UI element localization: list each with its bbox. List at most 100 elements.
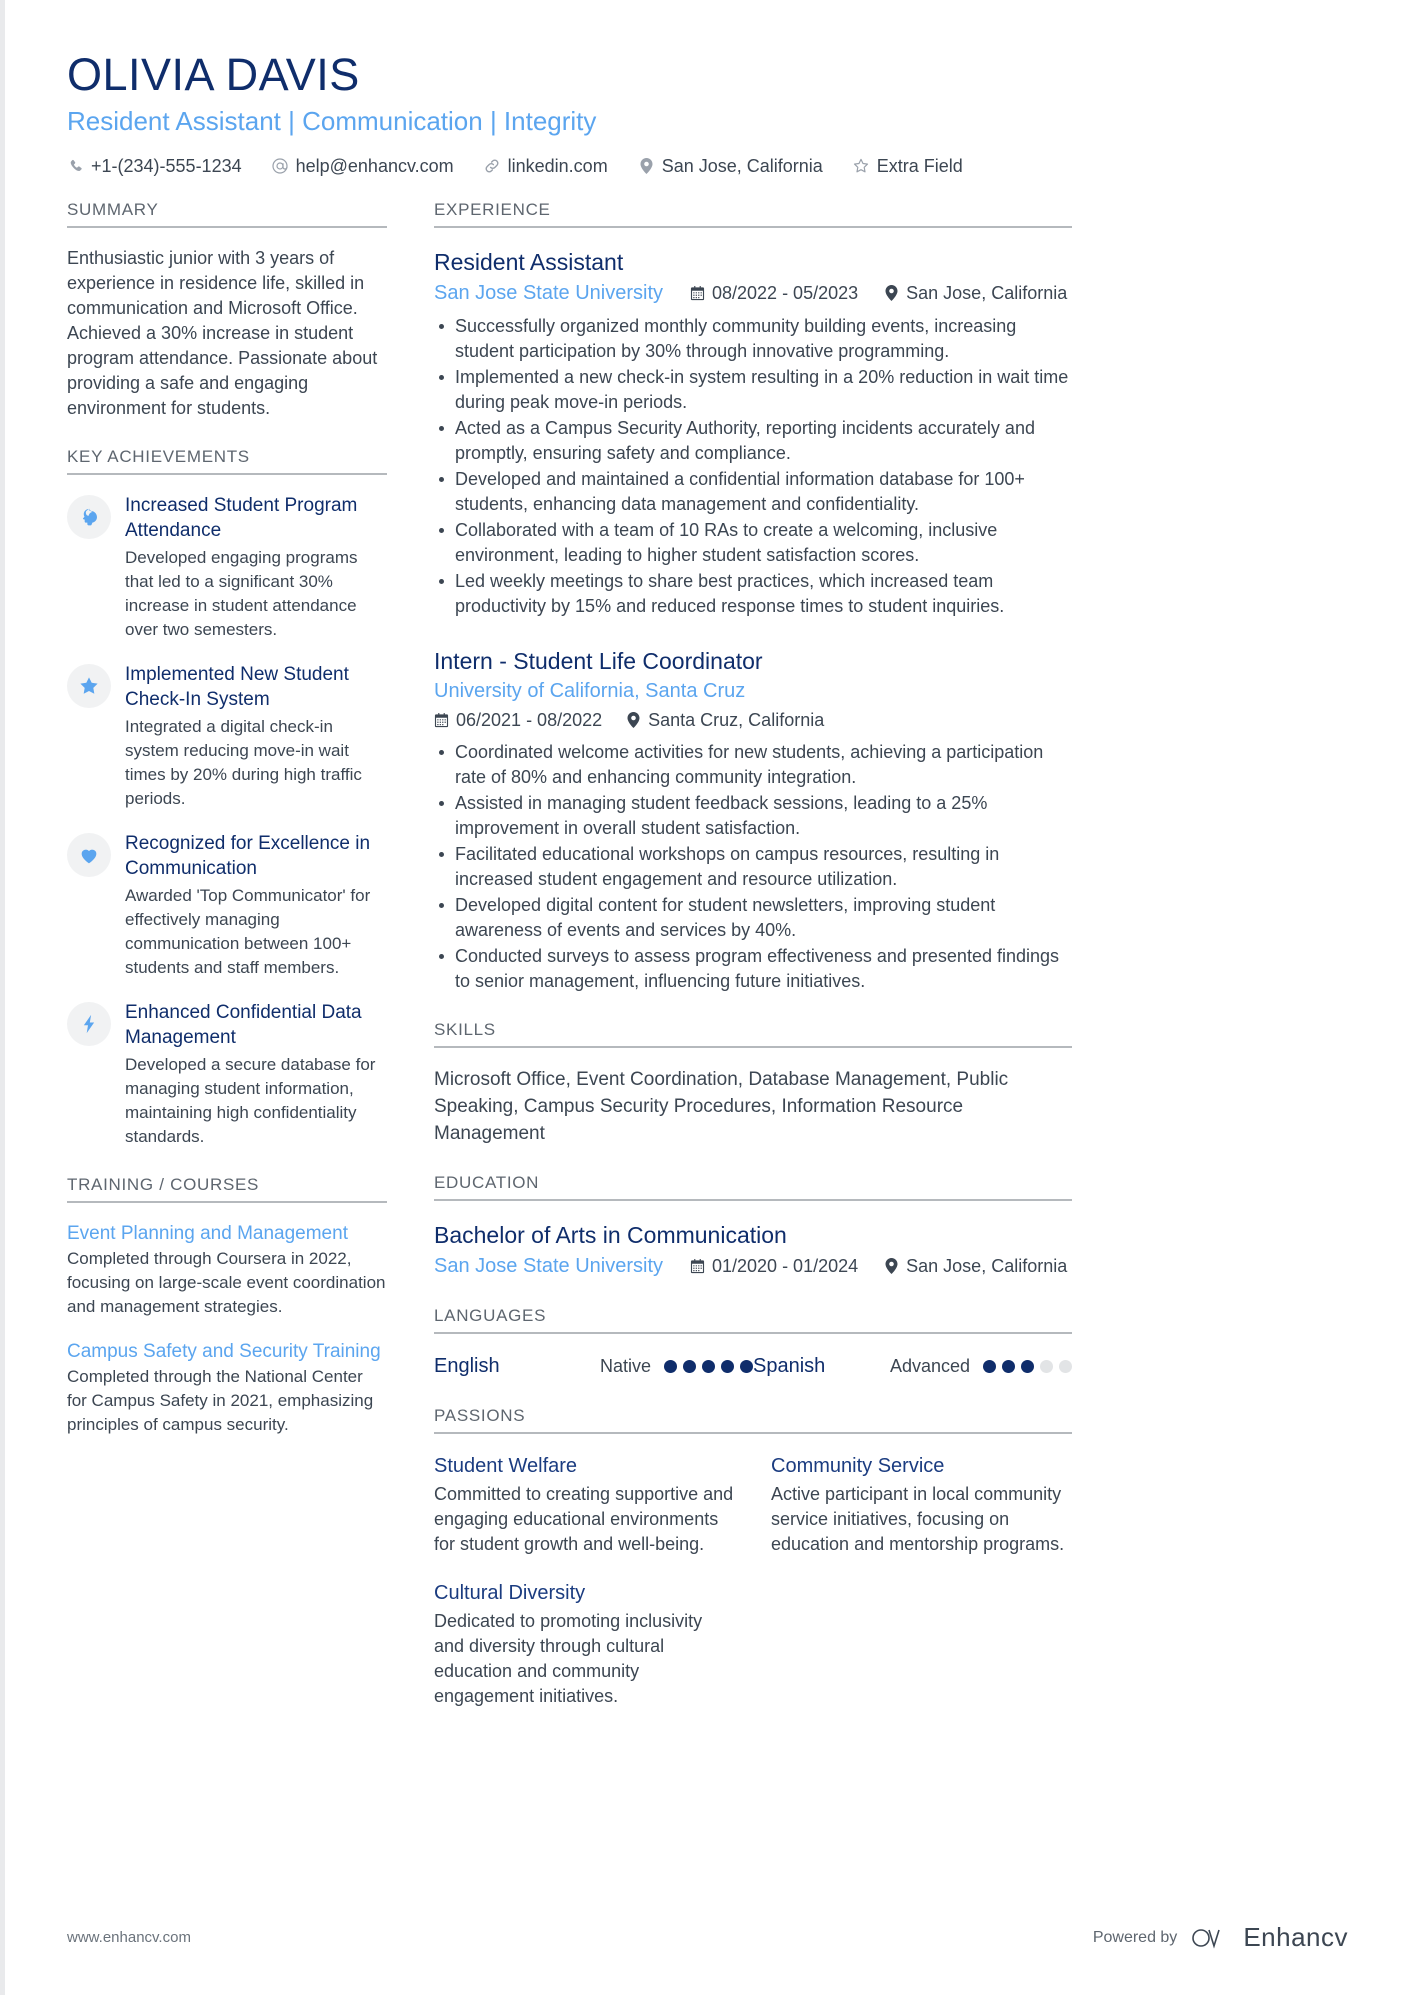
achievement-description: Integrated a digital check-in system red… — [125, 717, 362, 808]
section-skills: SKILLS Microsoft Office, Event Coordinat… — [434, 1020, 1072, 1147]
section-heading-summary: SUMMARY — [67, 200, 387, 228]
job-organization: San Jose State University — [434, 282, 663, 304]
jobs-list: Resident Assistant San Jose State Univers… — [434, 246, 1072, 994]
enhancv-logo-icon — [1189, 1924, 1231, 1952]
course-title: Event Planning and Management — [67, 1223, 348, 1244]
job-bullet: Developed and maintained a confidential … — [434, 467, 1072, 517]
job-bullet: Led weekly meetings to share best practi… — [434, 569, 1072, 619]
contact-item-4[interactable]: Extra Field — [853, 154, 963, 178]
passion-title: Student Welfare — [434, 1455, 578, 1477]
course-description: Completed through Coursera in 2022, focu… — [67, 1249, 386, 1316]
contact-item-2[interactable]: linkedin.com — [484, 154, 608, 178]
course-item: Campus Safety and Security Training Compl… — [67, 1339, 387, 1437]
job-dates: 06/2021 - 08/2022 — [434, 707, 602, 733]
proficiency-dot — [740, 1359, 753, 1373]
education-location-text: San Jose, California — [906, 1256, 1068, 1276]
passion-title: Community Service — [771, 1455, 945, 1477]
job-title: Intern - Student Life Coordinator — [434, 648, 763, 674]
job-bullets: Successfully organized monthly community… — [434, 314, 1072, 619]
education-meta-row: San Jose State University 01/2020 - 01/2… — [434, 1252, 1072, 1280]
achievement-item: Enhanced Confidential Data Management Dev… — [67, 1000, 387, 1149]
section-heading-training: TRAINING / COURSES — [67, 1175, 387, 1203]
skills-text: Microsoft Office, Event Coordination, Da… — [434, 1069, 1009, 1144]
job-location: San Jose, California — [884, 280, 1067, 306]
job-location: Santa Cruz, California — [626, 707, 824, 733]
section-heading-key-achievements: KEY ACHIEVEMENTS — [67, 447, 387, 475]
resume-body: SUMMARY Enthusiastic junior with 3 years… — [67, 200, 1348, 1757]
footer-website-url[interactable]: www.enhancv.com — [67, 1929, 191, 1946]
job-dates-text: 08/2022 - 05/2023 — [712, 283, 859, 303]
section-heading-passions: PASSIONS — [434, 1406, 1072, 1434]
phone-icon — [67, 158, 84, 175]
section-training-courses: TRAINING / COURSES Event Planning and Ma… — [67, 1175, 387, 1437]
powered-by-label: Powered by — [1092, 1928, 1178, 1946]
passion-description: Dedicated to promoting inclusivity and d… — [434, 1611, 703, 1706]
job-bullet: Successfully organized monthly community… — [434, 314, 1072, 364]
star-outline-icon — [853, 158, 870, 175]
calendar-icon — [690, 285, 705, 301]
brain-head-icon — [67, 495, 111, 539]
passions-grid: Student Welfare Committed to creating sup… — [434, 1452, 1072, 1731]
achievement-description: Awarded 'Top Communicator' for effective… — [125, 886, 371, 977]
course-description: Completed through the National Center fo… — [67, 1367, 374, 1434]
proficiency-dot — [664, 1359, 677, 1373]
lightning-bolt-icon — [67, 1002, 111, 1046]
section-languages: LANGUAGES English Native Spanish Advanced — [434, 1306, 1072, 1380]
contact-item-1[interactable]: help@enhancv.com — [272, 154, 454, 178]
proficiency-dot — [1040, 1359, 1053, 1373]
job-bullet: Implemented a new check-in system result… — [434, 365, 1072, 415]
page-title: OLIVIA DAVIS — [67, 49, 360, 100]
job-location-text: Santa Cruz, California — [648, 710, 825, 730]
achievement-description: Developed engaging programs that led to … — [125, 548, 358, 639]
job-bullet: Assisted in managing student feedback se… — [434, 791, 1072, 841]
proficiency-dot — [1002, 1359, 1015, 1373]
courses-list: Event Planning and Management Completed t… — [67, 1221, 387, 1437]
calendar-icon — [434, 712, 449, 728]
proficiency-dot — [983, 1359, 996, 1373]
achievement-item: Recognized for Excellence in Communicati… — [67, 831, 387, 980]
achievement-body: Enhanced Confidential Data Management Dev… — [125, 1000, 387, 1149]
achievement-item: Increased Student Program Attendance Deve… — [67, 493, 387, 642]
job-entry: Resident Assistant San Jose State Univers… — [434, 246, 1072, 619]
job-organization: University of California, Santa Cruz — [434, 680, 746, 702]
contact-item-3[interactable]: San Jose, California — [638, 154, 823, 178]
job-bullet: Facilitated educational workshops on cam… — [434, 842, 1072, 892]
resume-header: OLIVIA DAVIS Resident Assistant | Commun… — [67, 0, 1348, 178]
passion-item: Student Welfare Committed to creating sup… — [434, 1452, 735, 1557]
job-bullet: Conducted surveys to assess program effe… — [434, 944, 1072, 994]
section-summary: SUMMARY Enthusiastic junior with 3 years… — [67, 200, 387, 421]
passion-item: Cultural Diversity Dedicated to promoting… — [434, 1579, 735, 1709]
achievement-body: Recognized for Excellence in Communicati… — [125, 831, 387, 980]
achievements-list: Increased Student Program Attendance Deve… — [67, 493, 387, 1149]
education-school: San Jose State University — [434, 1255, 663, 1277]
contact-text: +1-(234)-555-1234 — [91, 156, 242, 176]
contact-text: help@enhancv.com — [295, 156, 454, 176]
language-proficiency-dots — [664, 1359, 753, 1373]
language-name: Spanish — [753, 1355, 826, 1377]
email-icon — [272, 158, 289, 175]
resume-page: OLIVIA DAVIS Resident Assistant | Commun… — [0, 0, 1410, 1995]
location-pin-icon — [884, 285, 899, 301]
job-bullet: Developed digital content for student ne… — [434, 893, 1072, 943]
calendar-icon — [690, 1258, 705, 1274]
location-pin-icon — [638, 158, 655, 175]
heart-icon — [67, 833, 111, 877]
star-icon — [67, 664, 111, 708]
location-pin-icon — [626, 712, 641, 728]
proficiency-dot — [721, 1359, 734, 1373]
footer-brand: Powered by Enhancv — [1093, 1922, 1348, 1953]
section-heading-experience: EXPERIENCE — [434, 200, 1072, 228]
proficiency-dot — [702, 1359, 715, 1373]
education-location: San Jose, California — [884, 1253, 1067, 1279]
job-bullet: Collaborated with a team of 10 RAs to cr… — [434, 518, 1072, 568]
language-level: Native — [599, 1356, 651, 1376]
job-meta-row: San Jose State University 08/2022 - 05/20… — [434, 279, 1072, 307]
job-entry: Intern - Student Life Coordinator Univers… — [434, 645, 1072, 994]
job-bullet: Coordinated welcome activities for new s… — [434, 740, 1072, 790]
contact-row: +1-(234)-555-1234 help@enhancv.com linkedi… — [67, 154, 1348, 178]
link-icon — [484, 158, 501, 175]
contact-text: San Jose, California — [661, 156, 823, 176]
contact-item-0[interactable]: +1-(234)-555-1234 — [67, 154, 242, 178]
achievement-description: Developed a secure database for managing… — [125, 1055, 376, 1146]
summary-text: Enthusiastic junior with 3 years of expe… — [67, 248, 378, 418]
